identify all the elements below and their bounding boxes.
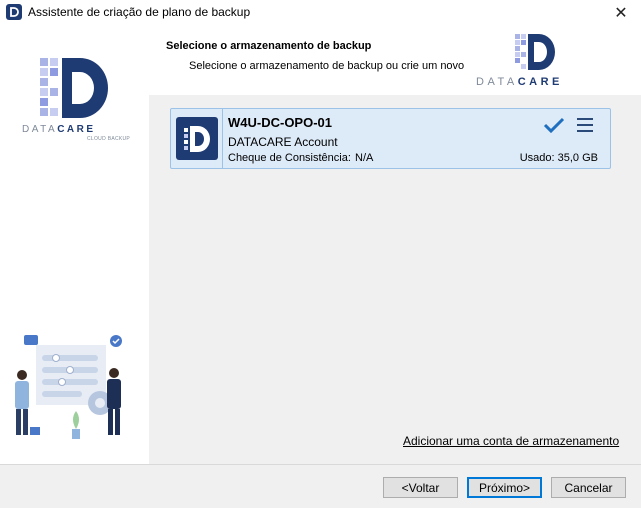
storage-selection-area: W4U-DC-OPO-01 DATACARE Account Cheque de… xyxy=(149,95,641,464)
left-brand-subtitle: CLOUD BACKUP xyxy=(87,136,131,142)
backup-illustration-icon xyxy=(15,335,122,439)
title-bar: Assistente de criação de plano de backup… xyxy=(0,0,641,25)
consistency-check-value: N/A xyxy=(355,152,374,164)
storage-account: DATACARE Account xyxy=(228,135,338,149)
next-button[interactable]: Próximo> xyxy=(467,477,542,498)
datacare-logo-icon xyxy=(40,58,108,118)
header-brand-name: DATACARE xyxy=(476,76,563,88)
storage-card[interactable]: W4U-DC-OPO-01 DATACARE Account Cheque de… xyxy=(170,108,611,169)
app-icon xyxy=(6,4,22,20)
card-divider xyxy=(222,109,223,168)
checkmark-icon xyxy=(543,117,565,134)
datacare-header-logo-icon xyxy=(515,34,555,70)
consistency-check-label: Cheque de Consistência: xyxy=(228,152,351,164)
close-icon: ✕ xyxy=(614,4,628,22)
storage-icon xyxy=(176,117,218,160)
wizard-header: Selecione o armazenamento de backup Sele… xyxy=(149,25,641,95)
wizard-footer: <Voltar Próximo> Cancelar xyxy=(0,464,641,508)
left-brand-name: DATACARE xyxy=(22,124,96,135)
storage-name: W4U-DC-OPO-01 xyxy=(228,115,333,130)
left-branding-panel: DATACARE CLOUD BACKUP xyxy=(0,25,149,464)
storage-used: Usado: 35,0 GB xyxy=(519,152,598,164)
back-button[interactable]: <Voltar xyxy=(383,477,458,498)
page-subtitle: Selecione o armazenamento de backup ou c… xyxy=(189,60,465,72)
page-title: Selecione o armazenamento de backup xyxy=(166,40,372,52)
window-title: Assistente de criação de plano de backup xyxy=(28,5,251,19)
add-storage-account-link[interactable]: Adicionar uma conta de armazenamento xyxy=(403,434,619,448)
cancel-button[interactable]: Cancelar xyxy=(551,477,626,498)
close-button[interactable]: ✕ xyxy=(601,0,641,25)
hamburger-menu-icon[interactable] xyxy=(577,118,593,132)
